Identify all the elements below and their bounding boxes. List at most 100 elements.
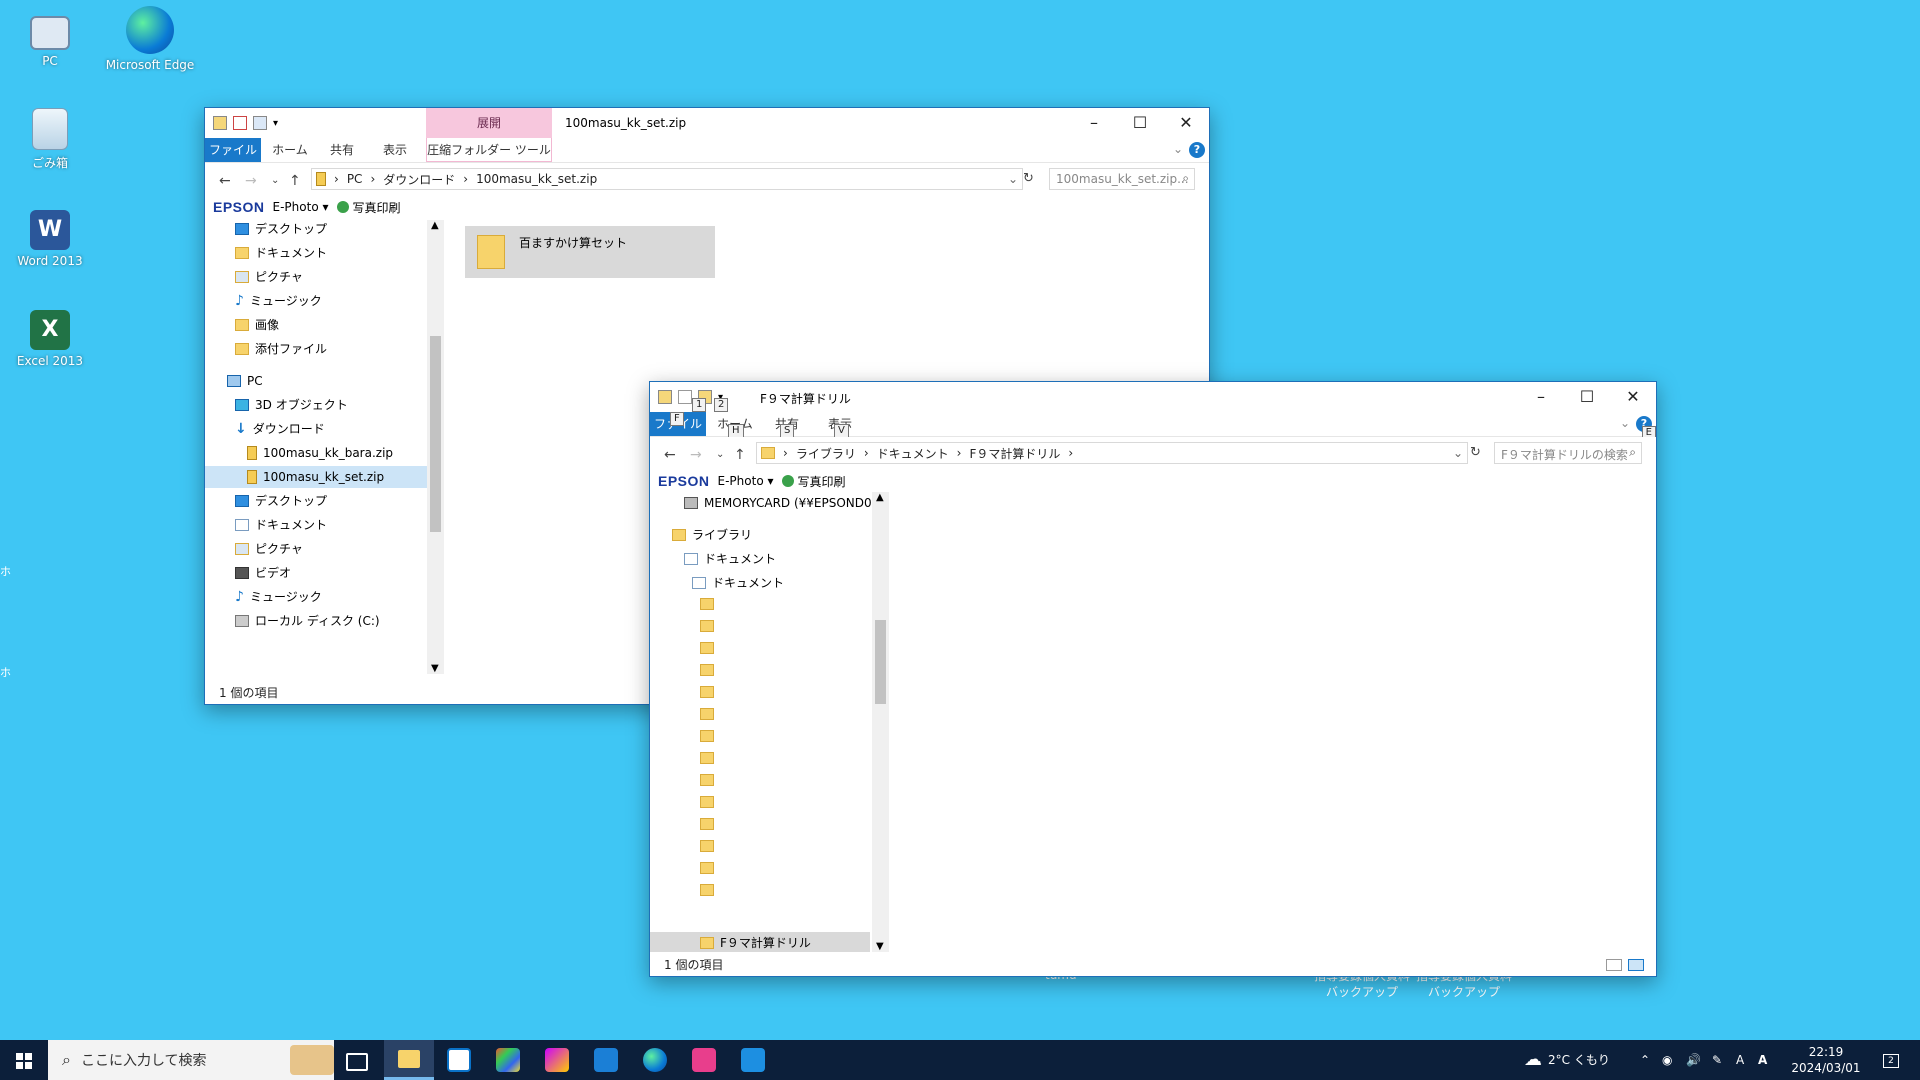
nav-item[interactable]: 添付ファイル — [235, 338, 327, 360]
ribbon-expand-icon[interactable]: ⌄ — [1173, 142, 1183, 156]
nav-scrollbar[interactable]: ▲ ▼ — [872, 492, 889, 952]
network-icon[interactable]: ◉ — [1662, 1040, 1672, 1080]
help-icon[interactable]: ? — [1189, 142, 1205, 158]
pen-icon[interactable]: ✎ — [1712, 1040, 1722, 1080]
desktop-icon-edge[interactable]: Microsoft Edge — [100, 6, 200, 72]
up-icon[interactable]: ↑ — [734, 447, 746, 463]
scroll-thumb[interactable] — [430, 336, 441, 532]
scroll-thumb[interactable] — [875, 620, 886, 704]
e-photo-button[interactable]: E-Photo ▾ — [718, 474, 774, 488]
photo-print-button[interactable]: 写真印刷 — [336, 199, 401, 216]
volume-icon[interactable]: 🔊 — [1686, 1040, 1701, 1080]
nav-item[interactable]: 3D オブジェクト — [235, 394, 348, 416]
desktop-icon-recycle-bin[interactable]: ごみ箱 — [0, 108, 100, 171]
forward-icon[interactable]: → — [245, 173, 257, 189]
refresh-icon[interactable]: ↻ — [1470, 445, 1481, 460]
qat-dropdown-icon[interactable]: ▾ — [273, 118, 278, 129]
breadcrumb-downloads[interactable]: ダウンロード — [383, 171, 455, 188]
folder-icon[interactable] — [700, 884, 714, 896]
ribbon-expand-icon[interactable]: ⌄ — [1620, 416, 1630, 430]
nav-item-memorycard[interactable]: MEMORYCARD (¥¥EPSOND0B5E — [684, 492, 872, 514]
ime-mode-icon[interactable]: A — [1736, 1040, 1744, 1080]
start-button[interactable] — [0, 1040, 48, 1080]
nav-item[interactable]: ♪ ミュージック — [235, 586, 322, 608]
tab-share[interactable]: 共有 — [317, 138, 367, 162]
breadcrumb-libraries[interactable]: ライブラリ — [796, 445, 856, 462]
nav-item[interactable]: ピクチャ — [235, 538, 303, 560]
nav-item[interactable]: ドキュメント — [235, 242, 327, 264]
nav-item[interactable]: ♪ ミュージック — [235, 290, 322, 312]
recent-dropdown-icon[interactable]: ⌄ — [271, 175, 279, 186]
desktop-icon-pc[interactable]: PC — [0, 10, 100, 68]
minimize-button[interactable]: – — [1518, 382, 1564, 412]
nav-item[interactable]: ローカル ディスク (C:) — [235, 610, 380, 632]
tab-home[interactable]: ホーム — [265, 138, 315, 162]
nav-item-selected[interactable]: F９マ計算ドリル — [650, 932, 870, 952]
nav-item[interactable]: デスクトップ — [235, 218, 327, 240]
folder-icon[interactable] — [700, 818, 714, 830]
app-icon-cube[interactable] — [496, 1048, 520, 1072]
forward-icon[interactable]: → — [690, 447, 702, 463]
back-icon[interactable]: ← — [664, 447, 676, 463]
up-icon[interactable]: ↑ — [289, 173, 301, 189]
nav-scrollbar[interactable]: ▲ ▼ — [427, 220, 444, 674]
folder-icon[interactable] — [700, 620, 714, 632]
maximize-button[interactable]: ☐ — [1564, 382, 1610, 412]
e-photo-button[interactable]: E-Photo ▾ — [273, 200, 329, 214]
taskbar-explorer-button[interactable] — [384, 1040, 434, 1080]
nav-item[interactable]: ↓ ダウンロード — [235, 418, 325, 440]
breadcrumb-zip[interactable]: 100masu_kk_set.zip — [476, 172, 597, 186]
address-field[interactable]: › PC › ダウンロード › 100masu_kk_set.zip ⌄ — [311, 168, 1023, 190]
nav-item-documents-sub[interactable]: ドキュメント — [692, 572, 784, 594]
taskbar-search[interactable]: ⌕ ここに入力して検索 — [48, 1040, 334, 1080]
nav-item-selected[interactable]: 100masu_kk_set.zip — [205, 466, 427, 488]
weather-widget[interactable]: ☁ 2°C くもり — [1524, 1040, 1610, 1080]
folder-icon[interactable] — [700, 774, 714, 786]
nav-item-pc[interactable]: PC — [227, 370, 263, 392]
task-view-icon[interactable] — [346, 1053, 368, 1071]
address-field[interactable]: › ライブラリ › ドキュメント › F９マ計算ドリル › ⌄ — [756, 442, 1468, 464]
app-icon-hdb[interactable] — [692, 1048, 716, 1072]
tab-compressed-tools[interactable]: 圧縮フォルダー ツール — [426, 138, 552, 162]
address-dropdown-icon[interactable]: ⌄ — [1008, 172, 1018, 186]
nav-item[interactable]: デスクトップ — [235, 490, 327, 512]
nav-item[interactable]: 画像 — [235, 314, 279, 336]
edge-icon[interactable] — [643, 1048, 667, 1072]
nav-item[interactable]: ドキュメント — [235, 514, 327, 536]
notification-center-button[interactable]: 2 — [1876, 1040, 1906, 1080]
folder-icon[interactable] — [700, 840, 714, 852]
search-input[interactable]: 100masu_kk_set.zip... ⌕ — [1049, 168, 1195, 190]
photos-icon[interactable] — [741, 1048, 765, 1072]
mail-icon[interactable] — [594, 1048, 618, 1072]
scroll-down-icon[interactable]: ▼ — [431, 663, 439, 674]
folder-icon[interactable] — [700, 598, 714, 610]
content-item-folder[interactable]: 百ますかけ算セット — [465, 226, 715, 278]
folder-icon[interactable] — [700, 752, 714, 764]
desktop-icon-word[interactable]: W Word 2013 — [0, 210, 100, 268]
desktop-icon-excel[interactable]: X Excel 2013 — [0, 310, 100, 368]
ime-icon[interactable]: A — [1758, 1040, 1767, 1080]
scroll-up-icon[interactable]: ▲ — [876, 492, 884, 503]
clock[interactable]: 22:19 2024/03/01 — [1790, 1040, 1862, 1080]
new-folder-icon[interactable] — [253, 116, 267, 130]
tab-file[interactable]: ファイル — [205, 138, 261, 162]
nav-item-documents[interactable]: ドキュメント — [684, 548, 776, 570]
scroll-down-icon[interactable]: ▼ — [876, 941, 884, 952]
folder-icon[interactable] — [700, 730, 714, 742]
properties-icon[interactable] — [678, 390, 692, 404]
folder-icon[interactable] — [700, 862, 714, 874]
refresh-icon[interactable]: ↻ — [1023, 171, 1034, 186]
store-icon[interactable] — [447, 1048, 471, 1072]
folder-icon[interactable] — [700, 642, 714, 654]
search-input[interactable]: F９マ計算ドリルの検索 ⌕ — [1494, 442, 1642, 464]
folder-icon[interactable] — [700, 664, 714, 676]
minimize-button[interactable]: – — [1071, 108, 1117, 138]
tab-view[interactable]: 表示 — [370, 138, 420, 162]
close-button[interactable]: ✕ — [1163, 108, 1209, 138]
maximize-button[interactable]: ☐ — [1117, 108, 1163, 138]
folder-icon[interactable] — [700, 796, 714, 808]
nav-item[interactable]: ビデオ — [235, 562, 291, 584]
scroll-up-icon[interactable]: ▲ — [431, 220, 439, 231]
show-hidden-icons-icon[interactable]: ⌃ — [1640, 1040, 1650, 1080]
app-icon-paint[interactable] — [545, 1048, 569, 1072]
